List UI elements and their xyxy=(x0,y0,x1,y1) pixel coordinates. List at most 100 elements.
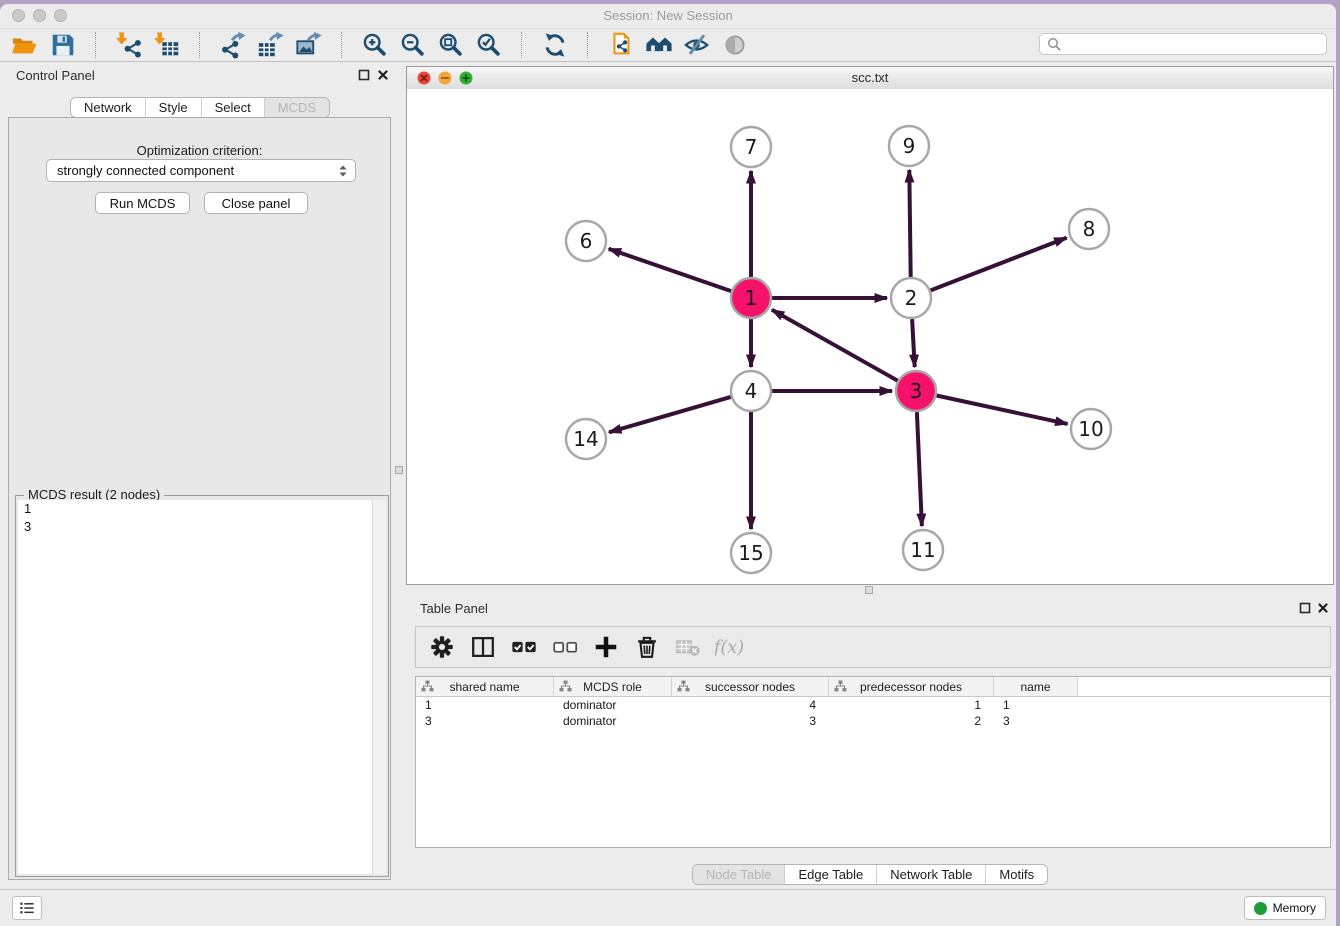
select-all-columns-icon[interactable] xyxy=(508,631,540,663)
edge-2-9[interactable] xyxy=(909,170,910,277)
edge-4-14[interactable] xyxy=(609,397,731,432)
zoom-selected-icon[interactable] xyxy=(474,30,504,60)
gear-icon[interactable] xyxy=(426,631,458,663)
tab-network[interactable]: Network xyxy=(71,98,146,117)
zoom-out-icon[interactable] xyxy=(398,30,428,60)
open-session-icon[interactable] xyxy=(10,30,40,60)
cell-name[interactable]: 1 xyxy=(994,698,1078,712)
column-label: predecessor nodes xyxy=(860,680,962,694)
export-network-icon[interactable] xyxy=(218,30,248,60)
search-input[interactable] xyxy=(1039,33,1327,55)
table-toolbar: f(x) xyxy=(415,626,1331,668)
column-label: MCDS role xyxy=(583,680,642,694)
column-header-name[interactable]: name xyxy=(994,677,1078,696)
table-row[interactable]: 1dominator411 xyxy=(416,697,1330,713)
edge-3-11[interactable] xyxy=(917,412,922,526)
task-history-button[interactable] xyxy=(12,896,42,920)
memory-button[interactable]: Memory xyxy=(1244,896,1326,920)
first-neighbors-icon[interactable] xyxy=(644,30,674,60)
column-header-MCDS-role[interactable]: MCDS role xyxy=(554,677,672,696)
node-label: 8 xyxy=(1083,217,1096,241)
node-label: 1 xyxy=(745,286,758,310)
tab-select[interactable]: Select xyxy=(202,98,265,117)
close-panel-button[interactable]: Close panel xyxy=(204,192,308,214)
result-item[interactable]: 1 xyxy=(18,500,386,518)
edge-3-10[interactable] xyxy=(937,396,1068,424)
hierarchy-icon xyxy=(677,680,690,692)
table-panel-float-icon[interactable] xyxy=(1299,602,1311,614)
edge-2-8[interactable] xyxy=(931,238,1067,291)
result-scrollbar[interactable] xyxy=(372,500,386,874)
table-row[interactable]: 3dominator323 xyxy=(416,713,1330,729)
node-2[interactable]: 2 xyxy=(891,278,931,318)
toolbar-separator xyxy=(587,32,589,58)
add-column-icon[interactable] xyxy=(590,631,622,663)
zoom-in-icon[interactable] xyxy=(360,30,390,60)
delete-columns-icon[interactable] xyxy=(631,631,663,663)
cell-successor-nodes[interactable]: 3 xyxy=(672,714,829,728)
edge-1-6[interactable] xyxy=(609,249,732,291)
run-mcds-button[interactable]: Run MCDS xyxy=(95,192,190,214)
cell-name[interactable]: 3 xyxy=(994,714,1078,728)
export-image-icon[interactable] xyxy=(294,30,324,60)
window-title: Session: New Session xyxy=(0,8,1336,23)
table-panel-title: Table Panel xyxy=(420,601,488,616)
apply-layout-icon[interactable] xyxy=(540,30,570,60)
mcds-result-group: MCDS result (2 nodes) 13 xyxy=(15,495,389,877)
list-icon xyxy=(17,898,37,918)
edge-3-1[interactable] xyxy=(772,310,898,381)
cell-MCDS-role[interactable]: dominator xyxy=(554,698,672,712)
node-15[interactable]: 15 xyxy=(731,533,771,573)
zoom-fit-icon[interactable] xyxy=(436,30,466,60)
column-header-successor-nodes[interactable]: successor nodes xyxy=(672,677,829,696)
unselect-all-columns-icon[interactable] xyxy=(549,631,581,663)
tab-motifs[interactable]: Motifs xyxy=(986,865,1047,884)
node-8[interactable]: 8 xyxy=(1069,209,1109,249)
column-header-predecessor-nodes[interactable]: predecessor nodes xyxy=(829,677,994,696)
hierarchy-icon xyxy=(421,680,434,692)
cell-successor-nodes[interactable]: 4 xyxy=(672,698,829,712)
new-network-view-icon[interactable] xyxy=(606,30,636,60)
node-10[interactable]: 10 xyxy=(1071,409,1111,449)
cell-shared-name[interactable]: 1 xyxy=(416,698,554,712)
optimization-criterion-label: Optimization criterion: xyxy=(9,143,390,158)
node-1[interactable]: 1 xyxy=(731,278,771,318)
export-table-icon[interactable] xyxy=(256,30,286,60)
result-item[interactable]: 3 xyxy=(18,518,386,536)
horizontal-splitter-grip[interactable] xyxy=(865,586,873,594)
node-11[interactable]: 11 xyxy=(903,530,943,570)
node-label: 14 xyxy=(573,427,598,451)
cell-predecessor-nodes[interactable]: 2 xyxy=(829,714,994,728)
cell-predecessor-nodes[interactable]: 1 xyxy=(829,698,994,712)
node-label: 6 xyxy=(580,229,593,253)
node-7[interactable]: 7 xyxy=(731,127,771,167)
columns-icon[interactable] xyxy=(467,631,499,663)
node-9[interactable]: 9 xyxy=(889,126,929,166)
control-panel-close-icon[interactable] xyxy=(377,69,389,81)
cell-shared-name[interactable]: 3 xyxy=(416,714,554,728)
tab-node-table[interactable]: Node Table xyxy=(693,865,786,884)
cell-MCDS-role[interactable]: dominator xyxy=(554,714,672,728)
memory-status-icon xyxy=(1254,902,1267,915)
criterion-select[interactable]: strongly connected component xyxy=(46,159,356,182)
import-network-icon[interactable] xyxy=(114,30,144,60)
node-label: 4 xyxy=(745,379,758,403)
node-3[interactable]: 3 xyxy=(896,371,936,411)
tab-mcds[interactable]: MCDS xyxy=(265,98,329,117)
column-header-shared-name[interactable]: shared name xyxy=(416,677,554,696)
tab-style[interactable]: Style xyxy=(146,98,202,117)
save-session-icon[interactable] xyxy=(48,30,78,60)
import-table-icon[interactable] xyxy=(152,30,182,60)
node-6[interactable]: 6 xyxy=(566,221,606,261)
network-canvas[interactable]: 7 9 6 8 1 2 4 3 14 10 15 11 xyxy=(407,89,1333,584)
tab-network-table[interactable]: Network Table xyxy=(877,865,986,884)
control-panel-float-icon[interactable] xyxy=(358,69,370,81)
tab-edge-table[interactable]: Edge Table xyxy=(785,865,877,884)
node-label: 15 xyxy=(738,541,763,565)
table-panel-close-icon[interactable] xyxy=(1317,602,1329,614)
node-4[interactable]: 4 xyxy=(731,371,771,411)
node-14[interactable]: 14 xyxy=(566,419,606,459)
hide-selected-icon[interactable] xyxy=(682,30,712,60)
edge-2-3[interactable] xyxy=(912,319,915,367)
vertical-splitter-grip[interactable] xyxy=(395,466,403,474)
